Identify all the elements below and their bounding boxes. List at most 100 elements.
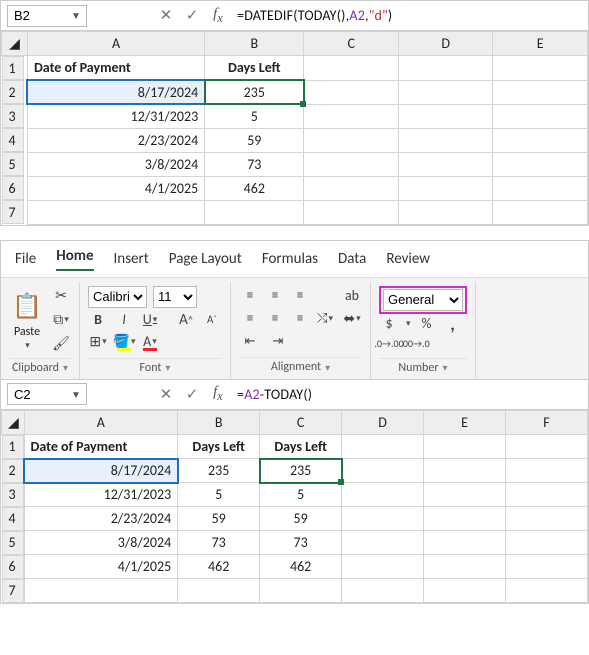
cell2-E6[interactable] — [424, 555, 506, 579]
cell2-C6[interactable]: 462 — [260, 555, 342, 579]
row2-5[interactable]: 5 — [2, 531, 24, 555]
cell2-A5[interactable]: 3/8/2024 — [24, 531, 178, 555]
name-box-input-2[interactable] — [8, 385, 68, 404]
increase-font-icon[interactable]: A^ — [176, 310, 196, 330]
cell2-E3[interactable] — [424, 483, 506, 507]
cell2-E5[interactable] — [424, 531, 506, 555]
cell-B2[interactable]: 235 — [205, 80, 304, 104]
paste-label[interactable]: Paste — [14, 325, 40, 339]
grid-2[interactable]: ◢ A B C D E F 1 Date of Payment Days Lef… — [1, 410, 588, 604]
font-size-select[interactable]: 11 — [153, 286, 197, 308]
tab-data[interactable]: Data — [338, 250, 366, 268]
cell-A1[interactable]: Date of Payment — [27, 56, 204, 81]
cell2-C3[interactable]: 5 — [260, 483, 342, 507]
cell-E3[interactable] — [493, 104, 588, 128]
cell-B6[interactable]: 462 — [205, 176, 304, 200]
row-4[interactable]: 4 — [2, 128, 24, 152]
name-box-input[interactable] — [8, 6, 68, 25]
tab-home[interactable]: Home — [56, 247, 93, 271]
copy-icon[interactable]: ⧉▾ — [51, 310, 71, 330]
cell-C7[interactable] — [304, 200, 399, 224]
fill-handle-2[interactable] — [338, 479, 344, 485]
cell2-C2[interactable]: 235 — [260, 459, 342, 483]
cell2-A4[interactable]: 2/23/2024 — [24, 507, 178, 531]
cell2-D4[interactable] — [342, 507, 424, 531]
cell-D5[interactable] — [398, 152, 493, 176]
cell2-C5[interactable]: 73 — [260, 531, 342, 555]
row-1[interactable]: 1 — [2, 56, 24, 80]
cell2-B4[interactable]: 59 — [178, 507, 260, 531]
italic-button[interactable]: I — [114, 310, 134, 330]
cell2-C7[interactable] — [260, 579, 342, 603]
merge-center-icon[interactable]: ⬌▾ — [342, 309, 362, 329]
alignment-dialog-icon[interactable]: ▾ — [325, 361, 330, 374]
clipboard-dialog-icon[interactable]: ▾ — [63, 361, 68, 374]
currency-icon[interactable]: $ — [379, 314, 399, 334]
underline-button[interactable]: U▾ — [140, 310, 160, 330]
align-left-icon[interactable]: ≡ — [239, 310, 261, 328]
cancel-icon-2[interactable]: ✕ — [153, 385, 179, 404]
bold-button[interactable]: B — [88, 310, 108, 330]
number-dialog-icon[interactable]: ▾ — [443, 361, 448, 374]
tab-file[interactable]: File — [15, 250, 36, 268]
align-middle-icon[interactable]: ≡ — [264, 287, 286, 305]
row2-3[interactable]: 3 — [2, 483, 24, 507]
number-format-select[interactable]: General — [383, 289, 463, 311]
cell2-E1[interactable] — [424, 434, 506, 459]
cell2-D6[interactable] — [342, 555, 424, 579]
fill-color-icon[interactable]: 🪣▾ — [114, 332, 134, 352]
row-5[interactable]: 5 — [2, 152, 24, 176]
row-7[interactable]: 7 — [2, 200, 24, 224]
tab-insert[interactable]: Insert — [114, 250, 149, 268]
decrease-decimal-icon[interactable]: .00→.0 — [405, 334, 425, 354]
paste-icon[interactable]: 📋 — [9, 288, 45, 324]
grid[interactable]: ◢ A B C D E 1 Date of Payment Days Left … — [1, 31, 588, 225]
name-box-dropdown-icon[interactable]: ▼ — [68, 9, 84, 22]
col-D[interactable]: D — [398, 32, 493, 56]
col-C[interactable]: C — [304, 32, 399, 56]
tab-review[interactable]: Review — [386, 250, 430, 268]
fill-handle[interactable] — [300, 101, 306, 107]
decrease-indent-icon[interactable]: ⇤ — [239, 332, 261, 350]
paste-dropdown-icon[interactable]: ▾ — [25, 340, 30, 351]
format-painter-icon[interactable]: 🖌 — [51, 334, 71, 354]
col2-D[interactable]: D — [342, 410, 424, 434]
row-2[interactable]: 2 — [2, 80, 24, 104]
cell2-B3[interactable]: 5 — [178, 483, 260, 507]
cell2-A6[interactable]: 4/1/2025 — [24, 555, 178, 579]
cell-C6[interactable] — [304, 176, 399, 200]
name-box[interactable]: ▼ — [7, 5, 87, 27]
col-E[interactable]: E — [493, 32, 588, 56]
select-all-corner-2[interactable]: ◢ — [2, 410, 25, 434]
col-B[interactable]: B — [205, 32, 304, 56]
cell2-F5[interactable] — [506, 531, 588, 555]
select-all-corner[interactable]: ◢ — [2, 32, 28, 56]
cell-B4[interactable]: 59 — [205, 128, 304, 152]
enter-icon-2[interactable]: ✓ — [179, 385, 205, 404]
fx-icon[interactable]: fx — [205, 6, 231, 26]
cell-B5[interactable]: 73 — [205, 152, 304, 176]
cell2-B1[interactable]: Days Left — [178, 434, 260, 459]
cell2-E2[interactable] — [424, 459, 506, 483]
cell-E4[interactable] — [493, 128, 588, 152]
cell2-F1[interactable] — [506, 434, 588, 459]
cell2-F6[interactable] — [506, 555, 588, 579]
row2-7[interactable]: 7 — [2, 579, 24, 603]
cell2-B2[interactable]: 235 — [178, 459, 260, 483]
cell2-B5[interactable]: 73 — [178, 531, 260, 555]
col2-F[interactable]: F — [506, 410, 588, 434]
name-box-2[interactable]: ▼ — [7, 383, 87, 405]
orientation-icon[interactable]: ⤭▾ — [314, 310, 336, 328]
cell-A5[interactable]: 3/8/2024 — [27, 152, 204, 176]
cell2-F4[interactable] — [506, 507, 588, 531]
decrease-font-icon[interactable]: Aˇ — [202, 310, 222, 330]
name-box-dropdown-icon-2[interactable]: ▼ — [68, 388, 84, 401]
cell-D7[interactable] — [398, 200, 493, 224]
cell2-E4[interactable] — [424, 507, 506, 531]
cell2-B6[interactable]: 462 — [178, 555, 260, 579]
align-right-icon[interactable]: ≡ — [289, 310, 311, 328]
cell-E5[interactable] — [493, 152, 588, 176]
row-3[interactable]: 3 — [2, 104, 24, 128]
cell2-A3[interactable]: 12/31/2023 — [24, 483, 178, 507]
cell-D3[interactable] — [398, 104, 493, 128]
